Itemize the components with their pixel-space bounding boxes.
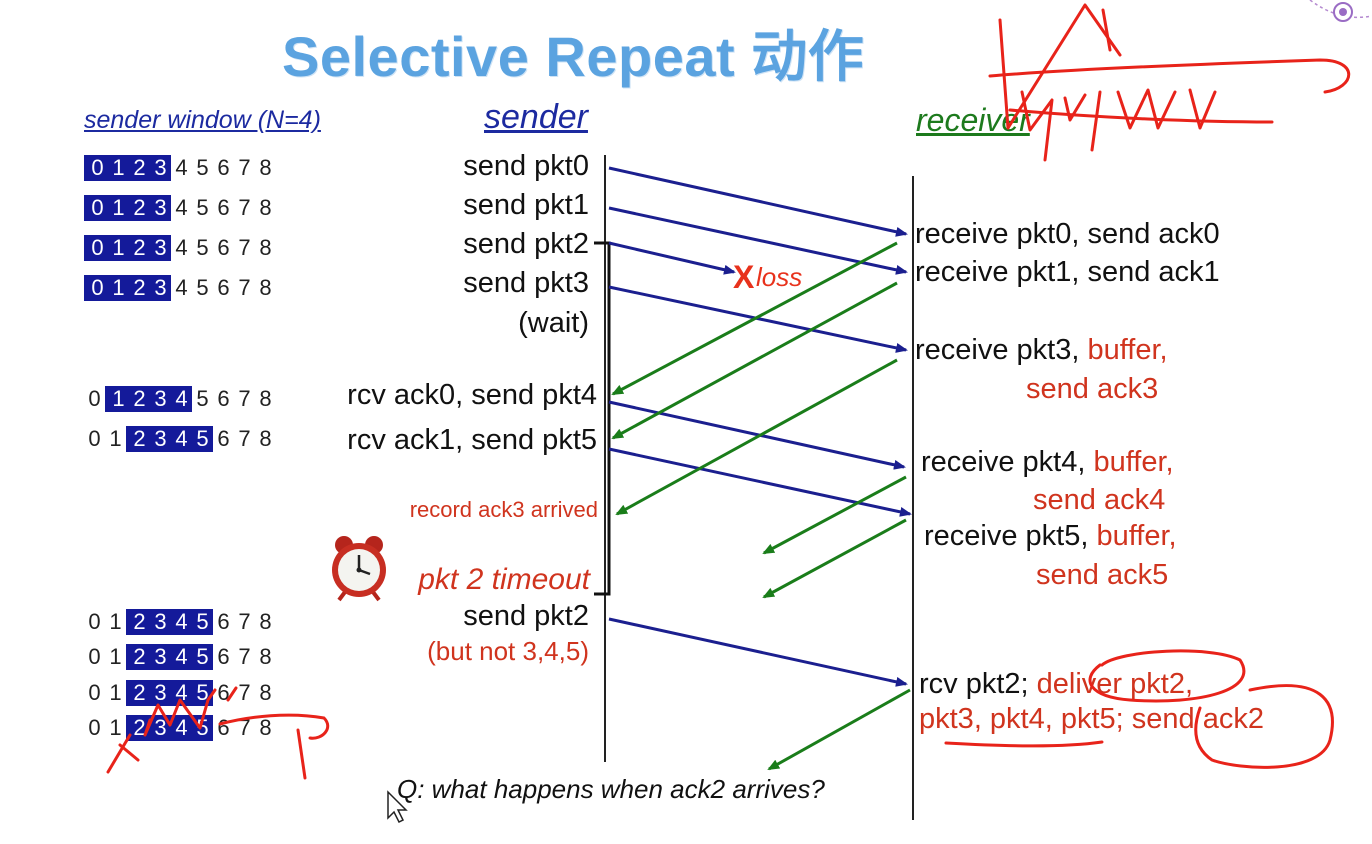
slide: Selective Repeat 动作 sender window (N=4) … — [0, 0, 1372, 844]
ack0-arrow — [611, 241, 898, 396]
ack1-arrow — [611, 281, 898, 440]
pkt2-resend-arrow — [608, 617, 908, 687]
handwritten-annotations — [106, 3, 1351, 780]
corner-decoration-icon — [1309, 0, 1372, 22]
timeline-diagram — [106, 0, 1372, 824]
timer-bracket — [594, 241, 611, 596]
ack3-arrow — [615, 358, 898, 516]
pkt0-arrow — [608, 166, 908, 237]
ack5-arrow — [762, 518, 907, 599]
ack2-arrow — [767, 688, 911, 771]
mouse-cursor-icon — [387, 790, 408, 824]
alarm-clock-icon — [332, 536, 386, 602]
pkt2-lost-arrow — [608, 241, 736, 275]
